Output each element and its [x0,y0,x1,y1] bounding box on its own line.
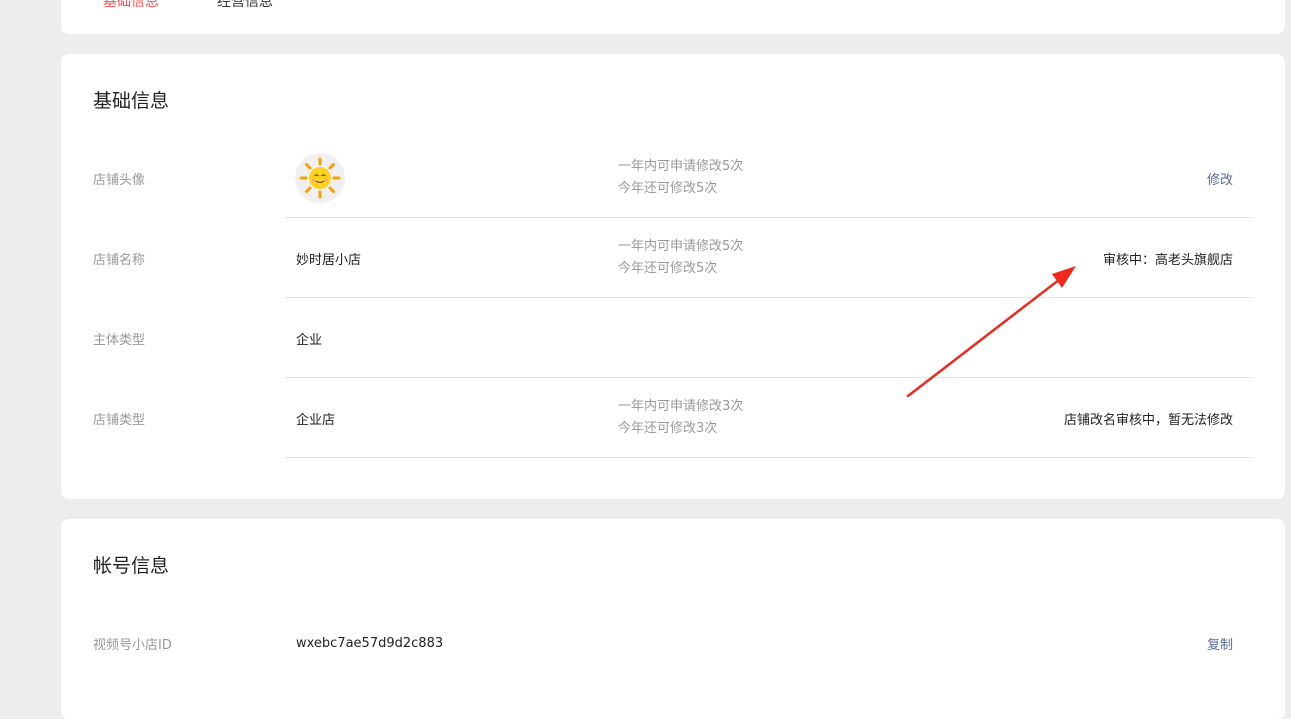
store-name-review-status: 审核中：高老头旗舰店 [1102,252,1233,268]
row-store-name: 店铺名称 妙时居小店 一年内可申请修改5次 今年还可修改5次 审核中：高老头旗舰… [61,218,1285,298]
note-line-1: 一年内可申请修改3次 [618,399,744,414]
copy-id-link[interactable]: 复制 [1207,603,1233,683]
store-type-value: 企业店 [296,412,336,428]
row-store-avatar: 店铺头像 一年内可申请修改5次 今年还可修改5次 修改 [61,138,1285,218]
note-line-1: 一年内可申请修改5次 [618,239,744,254]
section-title-account: 帐号信息 [93,555,170,577]
row-label: 店铺名称 [93,252,146,268]
row-shop-id: 视频号小店ID wxebc7ae57d9d2c883 复制 [61,603,1285,683]
account-info-card: 帐号信息 视频号小店ID wxebc7ae57d9d2c883 复制 [61,519,1285,719]
row-label: 店铺头像 [93,172,146,188]
note-line-2: 今年还可修改3次 [618,421,718,436]
basic-info-card: 基础信息 店铺头像 一年内可申请修改5次 今年还可修改5次 修改 店铺名称 妙时… [61,54,1285,499]
avatar [295,153,345,203]
row-store-type: 店铺类型 企业店 一年内可申请修改3次 今年还可修改3次 店铺改名审核中，暂无法… [61,378,1285,458]
row-note: 一年内可申请修改5次 今年还可修改5次 [618,138,743,218]
tab-business-info[interactable]: 经营信息 [217,0,273,11]
store-avatar [295,138,345,218]
tabs-card: 基础信息 经营信息 [61,0,1285,34]
row-label: 店铺类型 [93,412,146,428]
edit-avatar-link[interactable]: 修改 [1207,138,1233,218]
note-line-2: 今年还可修改5次 [618,261,718,276]
row-entity-type: 主体类型 企业 [61,298,1285,378]
entity-type-value: 企业 [296,332,323,348]
note-line-1: 一年内可申请修改5次 [618,159,744,174]
row-label: 主体类型 [93,332,146,348]
row-divider [285,457,1253,458]
row-note: 一年内可申请修改3次 今年还可修改3次 [618,378,743,458]
note-line-2: 今年还可修改5次 [618,181,718,196]
tab-basic-info[interactable]: 基础信息 [103,0,159,11]
row-label: 视频号小店ID [93,637,172,653]
row-note: 一年内可申请修改5次 今年还可修改5次 [618,218,743,298]
store-name-value: 妙时居小店 [296,252,362,268]
section-title-basic: 基础信息 [93,90,170,112]
store-type-status: 店铺改名审核中，暂无法修改 [1063,412,1233,428]
sun-cartoon-icon [299,157,341,199]
shop-id-value: wxebc7ae57d9d2c883 [296,635,444,651]
